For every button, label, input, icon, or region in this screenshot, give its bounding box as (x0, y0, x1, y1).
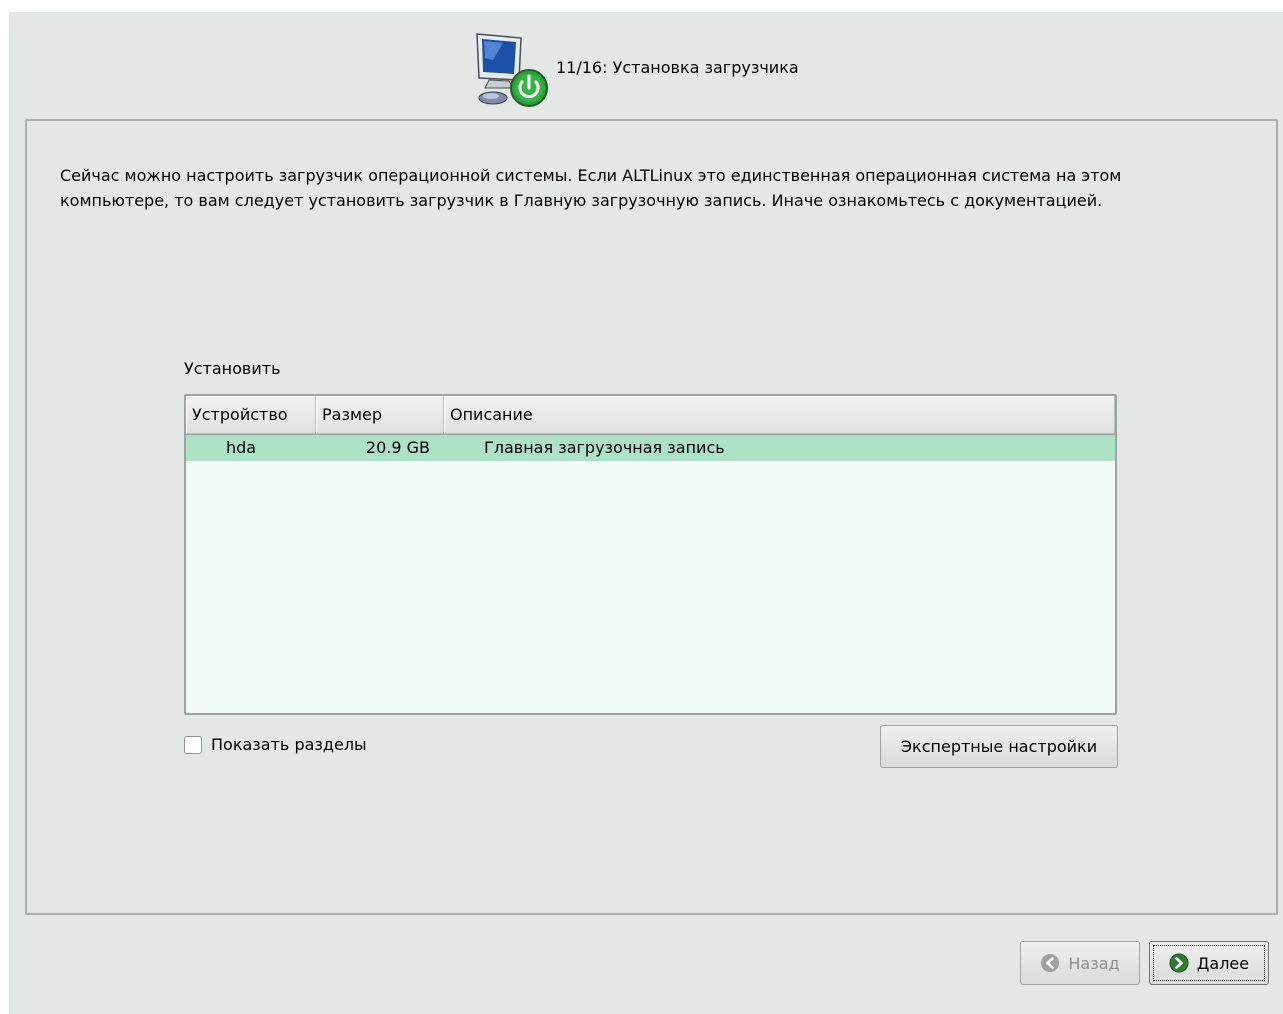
show-partitions-label: Показать разделы (211, 735, 367, 754)
cell-size: 20.9 GB (365, 438, 430, 457)
column-header-description[interactable]: Описание (444, 396, 1115, 434)
table-row[interactable]: hda 20.9 GB Главная загрузочная запись (186, 435, 1115, 461)
content-panel: Сейчас можно настроить загрузчик операци… (25, 119, 1278, 915)
show-partitions-checkbox[interactable]: Показать разделы (184, 735, 367, 754)
computer-power-icon (476, 33, 548, 107)
column-header-device[interactable]: Устройство (186, 396, 316, 434)
arrow-right-icon (1169, 953, 1189, 973)
checkbox-box[interactable] (184, 735, 202, 754)
arrow-left-icon (1041, 954, 1060, 972)
table-header: Устройство Размер Описание (186, 396, 1115, 435)
description-text: Сейчас можно настроить загрузчик операци… (60, 166, 1122, 210)
next-button[interactable]: Далее (1149, 941, 1269, 985)
next-button-label: Далее (1196, 953, 1250, 973)
cell-device: hda (226, 438, 257, 457)
cell-description: Главная загрузочная запись (484, 438, 725, 457)
step-title: 11/16: Установка загрузчика (556, 58, 799, 77)
installer-window: 11/16: Установка загрузчика Сейчас можно… (9, 12, 1283, 1014)
column-header-size[interactable]: Размер (316, 396, 444, 434)
back-button[interactable]: Назад (1020, 941, 1140, 985)
step-header: 11/16: Установка загрузчика (9, 12, 1283, 120)
install-label: Установить (184, 359, 281, 378)
back-button-label: Назад (1068, 953, 1120, 973)
expert-settings-button[interactable]: Экспертные настройки (880, 725, 1118, 768)
bootloader-device-table[interactable]: Устройство Размер Описание hda 20.9 GB Г… (184, 394, 1117, 715)
